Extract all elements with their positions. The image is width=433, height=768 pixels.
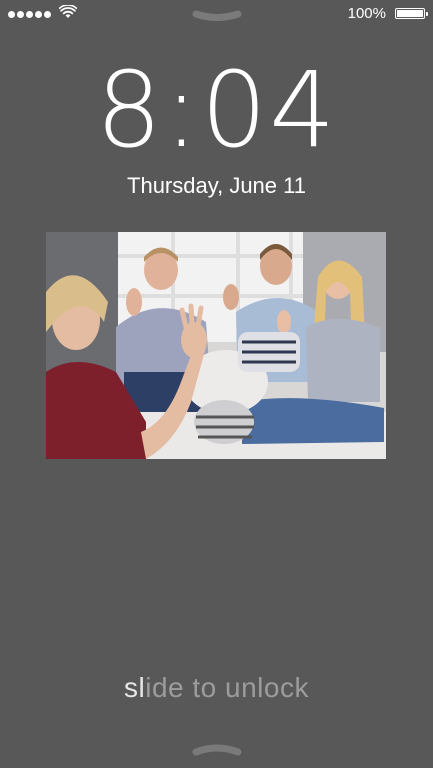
control-center-grabber-icon[interactable] [191, 9, 243, 23]
wallpaper-photo [46, 232, 386, 459]
slide-to-unlock-rest: ide to unlock [145, 672, 309, 703]
slide-to-unlock[interactable]: slide to unlock [0, 672, 433, 704]
battery-percentage: 100% [347, 5, 386, 22]
signal-strength-icon [8, 11, 51, 18]
lock-screen-date: Thursday, June 11 [127, 173, 306, 198]
slide-to-unlock-shine: sl [124, 672, 146, 703]
notification-grabber-icon[interactable] [191, 742, 243, 756]
battery-icon [395, 8, 428, 19]
wifi-icon [59, 5, 77, 18]
lock-screen-time: 8:04 [95, 49, 338, 171]
